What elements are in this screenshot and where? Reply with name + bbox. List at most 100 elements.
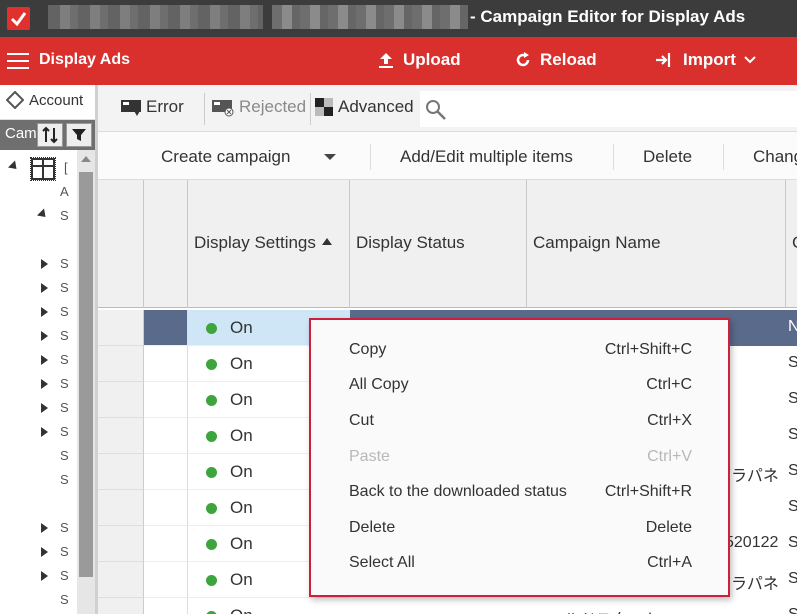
row-header[interactable] [98,490,144,526]
change-button[interactable]: Chang [753,147,797,167]
tree-item[interactable]: S [0,398,77,422]
expand-arrow-icon[interactable] [41,259,48,269]
next-column-cell[interactable]: S [786,562,797,598]
tree-item[interactable]: S [0,374,77,398]
tree-item[interactable]: A [0,182,77,206]
select-all-header[interactable] [144,180,188,308]
tab-account[interactable]: Account [6,91,83,109]
row-header[interactable] [98,346,144,382]
column-header-campaign-name[interactable]: Campaign Name [527,180,786,308]
row-header[interactable] [98,382,144,418]
error-label: Error [146,97,184,116]
expand-arrow-icon[interactable] [41,403,48,413]
tree-scrollbar[interactable] [77,150,95,614]
tab-campaign[interactable]: Cam [5,125,37,142]
context-menu-item[interactable]: All Copy Ctrl+C [311,369,728,404]
expand-arrow-icon[interactable] [41,547,48,557]
next-column-cell[interactable]: S [786,526,797,562]
row-select-cell[interactable] [144,346,188,382]
tree-item[interactable]: S [0,278,77,302]
scroll-up-icon[interactable] [81,156,91,162]
tree-item[interactable]: S [0,542,77,566]
advanced-filter-button[interactable]: Advanced [314,97,414,117]
tree-item[interactable]: S [0,206,77,230]
context-menu-item[interactable]: Delete Delete [311,512,728,547]
row-select-cell[interactable] [144,310,188,346]
column-header-display-status[interactable]: Display Status [350,180,527,308]
next-column-cell[interactable]: S [786,490,797,526]
context-menu-item[interactable]: Cut Ctrl+X [311,405,728,440]
collapse-arrow-icon[interactable] [36,208,50,221]
next-column-cell[interactable]: S [786,382,797,418]
tree-item[interactable]: S [0,518,77,542]
next-column-cell[interactable]: N [786,310,797,346]
tree-item[interactable]: S [0,590,77,614]
row-header[interactable] [98,310,144,346]
row-header[interactable] [98,526,144,562]
expand-arrow-icon[interactable] [41,307,48,317]
row-select-cell[interactable] [144,490,188,526]
context-menu-item[interactable]: Select All Ctrl+A [311,547,728,582]
next-column-cell[interactable]: S [786,598,797,614]
add-edit-multiple-button[interactable]: Add/Edit multiple items [400,147,573,167]
expand-arrow-icon[interactable] [41,379,48,389]
row-header[interactable] [98,598,144,614]
upload-button[interactable]: Upload [377,50,461,70]
row-select-cell[interactable] [144,598,188,614]
tree-item[interactable]: [ [0,157,77,182]
tree-item[interactable]: S [0,254,77,278]
tree-item[interactable]: S [0,470,77,494]
row-select-cell[interactable] [144,382,188,418]
error-filter-button[interactable]: Error [120,97,184,117]
column-header-display-settings[interactable]: Display Settings [188,180,350,308]
row-select-cell[interactable] [144,418,188,454]
expand-arrow-icon[interactable] [41,355,48,365]
create-campaign-dropdown-icon[interactable] [324,154,336,160]
tab-account-label: Account [29,91,84,109]
tree-item[interactable]: S [0,422,77,446]
advanced-icon [315,98,333,116]
row-header[interactable] [98,418,144,454]
row-select-cell[interactable] [144,562,188,598]
expand-arrow-icon[interactable] [41,523,48,533]
next-column-cell[interactable]: S [786,346,797,382]
filter-button[interactable] [66,123,92,147]
tree-item-label: S [60,256,69,271]
sort-button[interactable] [37,123,63,147]
column-header-next[interactable]: C [786,180,797,308]
tree-item[interactable]: S [0,302,77,326]
expand-arrow-icon[interactable] [41,283,48,293]
scrollbar-thumb[interactable] [79,172,93,577]
display-settings-cell[interactable]: On [188,598,350,614]
next-column-cell[interactable]: S [786,418,797,454]
import-label: Import [683,50,736,69]
status-text: On [230,570,253,589]
expand-arrow-icon[interactable] [41,331,48,341]
row-header[interactable] [98,454,144,490]
import-button[interactable]: Import [655,50,756,70]
reload-button[interactable]: Reload [514,50,597,70]
row-select-cell[interactable] [144,454,188,490]
campaign-name-cell[interactable]: コールドスタートCMP [526,598,786,614]
row-header[interactable] [98,562,144,598]
tree-item[interactable]: S [0,326,77,350]
collapse-arrow-icon[interactable] [7,160,21,173]
delete-button[interactable]: Delete [643,147,692,167]
menu-item-label: Cut [349,412,374,429]
rejected-filter-button[interactable]: Rejected [211,97,306,117]
next-column-text: S [788,498,797,515]
status-on-icon [206,503,217,514]
create-campaign-button[interactable]: Create campaign [161,147,290,167]
expand-arrow-icon[interactable] [41,427,48,437]
next-column-cell[interactable]: S [786,454,797,490]
tree-item[interactable]: S [0,350,77,374]
search-input[interactable] [420,91,797,127]
context-menu-item[interactable]: Back to the downloaded status Ctrl+Shift+… [311,476,728,511]
menu-icon[interactable] [7,53,29,69]
tree-item[interactable]: S [0,566,77,590]
row-select-cell[interactable] [144,526,188,562]
tree-item[interactable]: S [0,446,77,470]
expand-arrow-icon[interactable] [41,571,48,581]
context-menu-item[interactable]: Copy Ctrl+Shift+C [311,334,728,369]
menu-item-label: Select All [349,554,415,571]
